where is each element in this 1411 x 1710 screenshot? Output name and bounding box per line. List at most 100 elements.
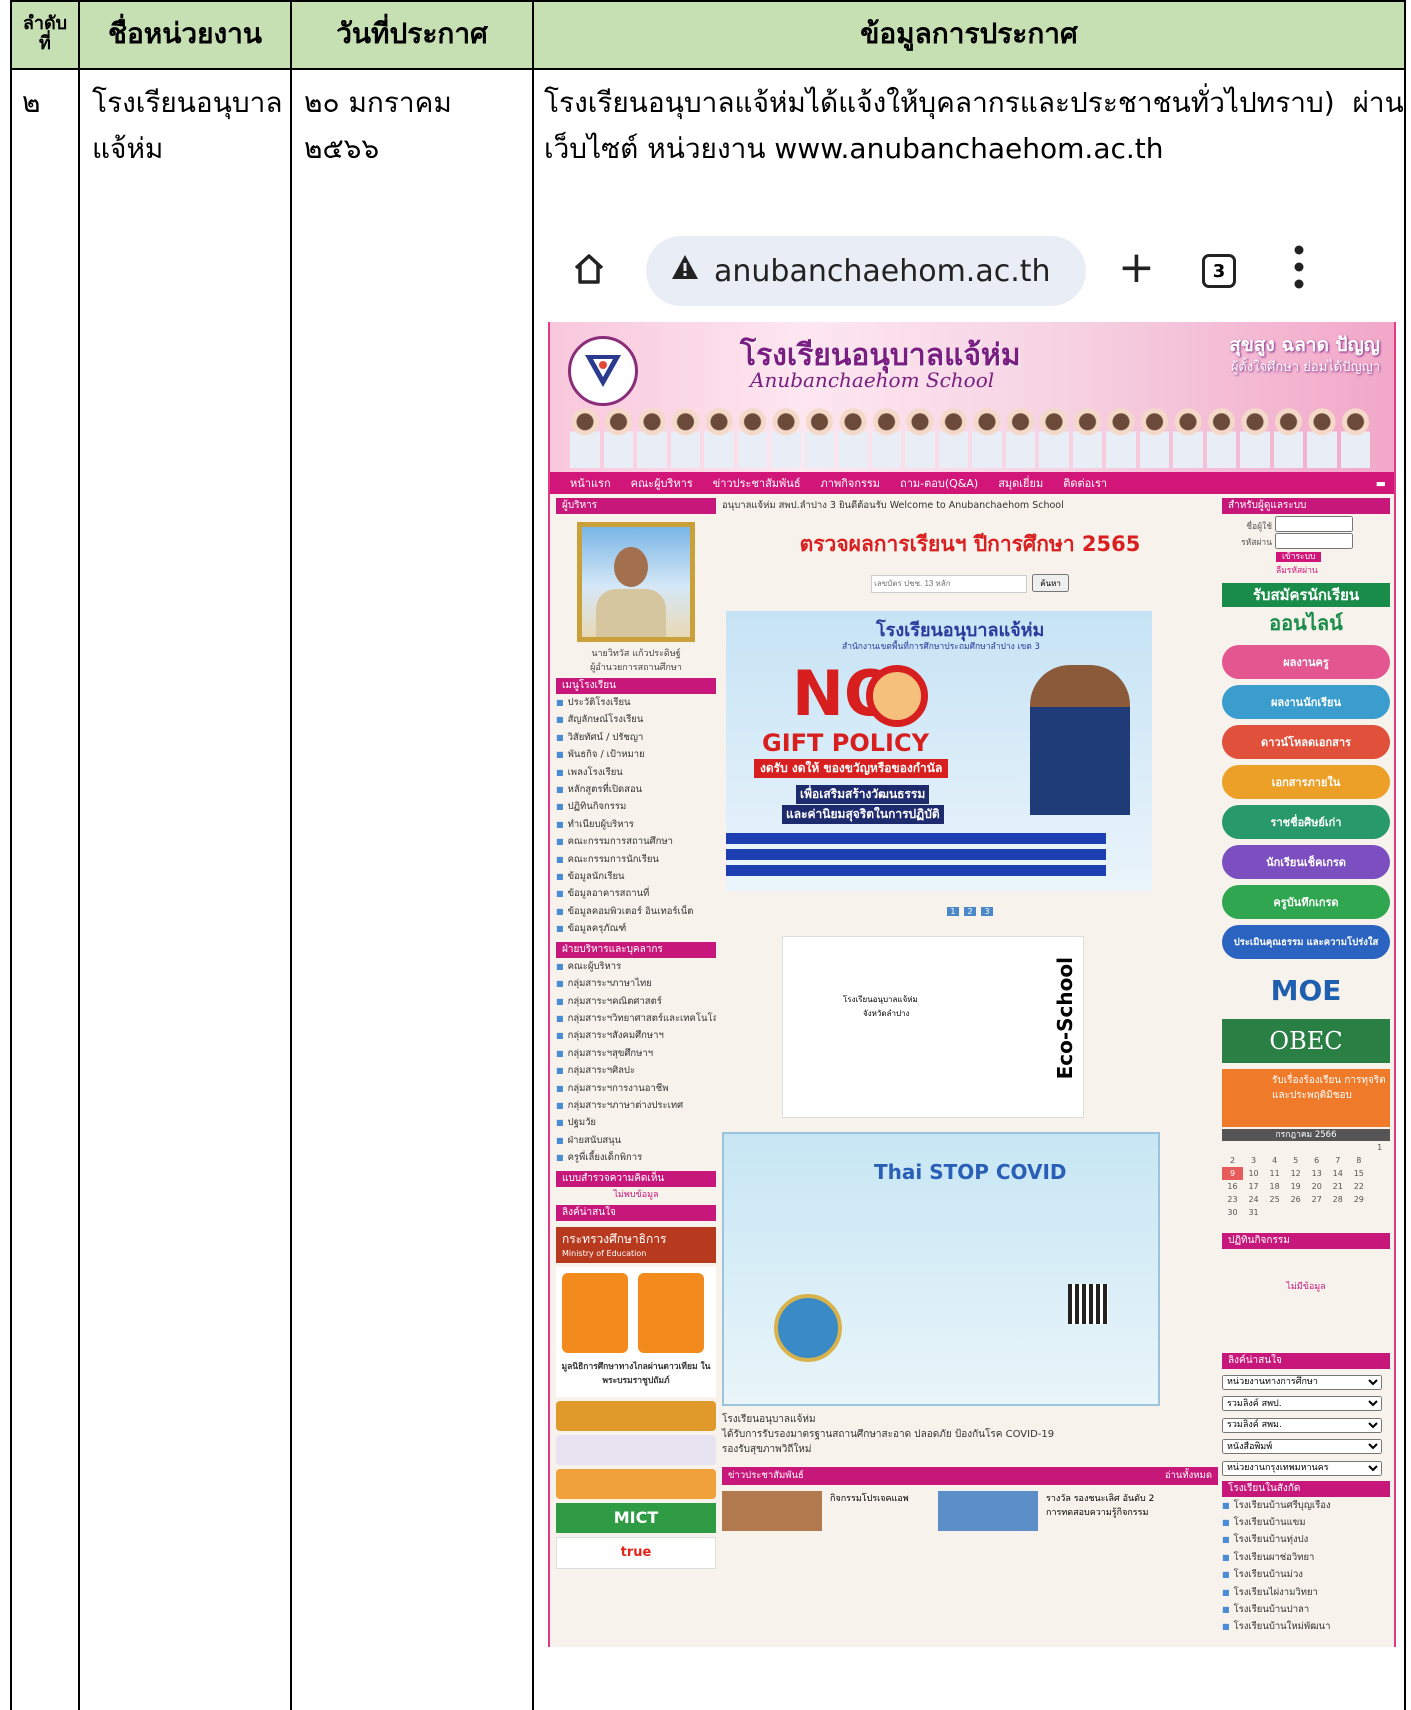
network-school-item[interactable]: โรงเรียนบ้านแขม — [1222, 1514, 1390, 1531]
moe-safety-text: MOE — [1270, 973, 1342, 1007]
gift-policy-text: GIFT POLICY — [762, 728, 929, 757]
smart-banner[interactable] — [556, 1434, 716, 1465]
pager-1[interactable]: 1 — [946, 906, 959, 916]
staff-menu-item[interactable]: กลุ่มสาระฯศิลปะ — [556, 1062, 716, 1079]
apply-line-2[interactable]: ออนไลน์ — [1222, 607, 1390, 639]
school-menu-item[interactable]: เพลงโรงเรียน — [556, 764, 716, 781]
staff-menu-item[interactable]: ปฐมวัย — [556, 1114, 716, 1131]
select-edu[interactable]: หน่วยงานทางการศึกษา — [1222, 1374, 1382, 1390]
network-school-item[interactable]: โรงเรียนบ้านปาลา — [1222, 1601, 1390, 1618]
staff-menu-item[interactable]: กลุ่มสาระฯสุขศึกษาฯ — [556, 1045, 716, 1062]
school-menu-item[interactable]: พันธกิจ / เป้าหมาย — [556, 746, 716, 763]
true-text: true — [620, 1545, 652, 1561]
moe-safety-banner[interactable]: MOE — [1222, 965, 1390, 1015]
download-button[interactable]: ดาวน์โหลดเอกสาร — [1222, 725, 1390, 759]
school-menu-item[interactable]: ข้อมูลนักเรียน — [556, 868, 716, 885]
complaint-text: รับเรื่องร้องเรียน การทุจริตและประพฤติมิ… — [1272, 1075, 1386, 1101]
moe-banner[interactable]: กระทรวงศึกษาธิการ Ministry of Education — [556, 1226, 716, 1263]
id-card-input[interactable] — [871, 574, 1028, 593]
apply-line-1[interactable]: รับสมัครนักเรียน — [1222, 583, 1390, 607]
internal-docs-button[interactable]: เอกสารภายใน — [1222, 765, 1390, 799]
home-icon[interactable] — [572, 252, 606, 286]
select-spm[interactable]: รวมลิงค์ สพม. — [1222, 1417, 1382, 1433]
staff-menu-item[interactable]: ฝ่ายสนับสนุน — [556, 1132, 716, 1149]
staff-menu-item[interactable]: คณะผู้บริหาร — [556, 958, 716, 975]
pager-3[interactable]: 3 — [981, 906, 994, 916]
school-menu-item[interactable]: คณะกรรมการสถานศึกษา — [556, 833, 716, 850]
network-school-item[interactable]: โรงเรียนไผ่งามวิทยา — [1222, 1584, 1390, 1601]
pr-item-1[interactable]: กิจกรรมโปรเจคแอพ — [830, 1491, 930, 1531]
ita-button[interactable]: ประเมินคุณธรรม และความโปร่งใส — [1222, 925, 1390, 959]
staff-menu-item[interactable]: กลุ่มสาระฯภาษาต่างประเทศ — [556, 1097, 716, 1114]
opec-banner[interactable] — [556, 1400, 716, 1431]
pr-more-link[interactable]: อ่านทั้งหมด — [1165, 1468, 1212, 1483]
school-menu-item[interactable]: คณะกรรมการนักเรียน — [556, 851, 716, 868]
pr-thumb[interactable] — [938, 1490, 1038, 1531]
school-menu-item[interactable]: ประวัติโรงเรียน — [556, 694, 716, 711]
forgot-password-link[interactable]: ลืมรหัสผ่าน — [1276, 566, 1318, 576]
table-border — [10, 0, 12, 1710]
select-news[interactable]: หนังสือพิมพ์ — [1222, 1439, 1382, 1454]
dltv-banner[interactable]: มูลนิธิการศึกษาทางไกลผ่านดาวเทียม ในพระบ… — [556, 1266, 716, 1397]
pr-item-2[interactable]: รางวัล รองชนะเลิศ อันดับ 2 การทดสอบความร… — [1046, 1491, 1166, 1531]
school-menu-item[interactable]: วิสัยทัศน์ / ปรัชญา — [556, 729, 716, 746]
nav-home[interactable]: หน้าแรก — [570, 474, 611, 492]
url-text: anubanchaehom.ac.th — [714, 253, 1051, 289]
school-menu-item[interactable]: หลักสูตรที่เปิดสอน — [556, 781, 716, 798]
school-menu-item[interactable]: สัญลักษณ์โรงเรียน — [556, 711, 716, 728]
staff-menu-item[interactable]: กลุ่มสาระฯการงานอาชีพ — [556, 1080, 716, 1097]
pager-2[interactable]: 2 — [964, 906, 976, 916]
nav-gallery[interactable]: ภาพกิจกรรม — [821, 474, 881, 492]
nav-guestbook[interactable]: สมุดเยี่ยม — [998, 474, 1043, 492]
school-menu-item[interactable]: ทำเนียบผู้บริหาร — [556, 816, 716, 833]
teacher-works-button[interactable]: ผลงานครู — [1222, 645, 1390, 679]
director-portrait — [1030, 664, 1130, 815]
staff-menu-item[interactable]: ครูพี่เลี้ยงเด็กพิการ — [556, 1149, 716, 1166]
new-tab-icon[interactable]: + — [1118, 246, 1155, 290]
network-school-item[interactable]: โรงเรียนบ้านใหม่พัฒนา — [1222, 1618, 1390, 1635]
search-button[interactable]: ค้นหา — [1032, 574, 1069, 592]
mict-banner[interactable]: MICT — [556, 1502, 716, 1533]
school-menu-item[interactable]: ข้อมูลครุภัณฑ์ — [556, 920, 716, 937]
select-bkk[interactable]: หน่วยงานกรุงเทพมหานคร — [1222, 1460, 1382, 1476]
login-button[interactable]: เข้าระบบ — [1276, 552, 1322, 562]
teacher-grade-button[interactable]: ครูบันทึกเกรด — [1222, 885, 1390, 919]
qr-code-icon — [1068, 1283, 1108, 1324]
network-school-item[interactable]: โรงเรียนผาช่อวิทยา — [1222, 1549, 1390, 1566]
alumni-button[interactable]: ราชชื่อศิษย์เก่า — [1222, 805, 1390, 839]
url-bar[interactable]: anubanchaehom.ac.th — [646, 236, 1086, 306]
school-menu-item[interactable]: ปฏิทินกิจกรรม — [556, 798, 716, 815]
nav-contact[interactable]: ติดต่อเรา — [1063, 474, 1107, 492]
obec-banner[interactable]: OBEC — [1222, 1019, 1390, 1063]
staff-menu-item[interactable]: กลุ่มสาระฯคณิตศาสตร์ — [556, 993, 716, 1010]
flag-icon[interactable]: ▬ — [1376, 477, 1386, 490]
select-sppo[interactable]: รวมลิงค์ สพป. — [1222, 1396, 1382, 1411]
staff-menu-item[interactable]: กลุ่มสาระฯภาษาไทย — [556, 975, 716, 992]
network-school-item[interactable]: โรงเรียนบ้านม่วง — [1222, 1566, 1390, 1583]
site-nav: หน้าแรก คณะผู้บริหาร ข่าวประชาสัมพันธ์ ภ… — [550, 472, 1394, 494]
news-caption-3: รองรับสุขภาพวิถีใหม่ — [722, 1443, 812, 1455]
true-banner[interactable]: true — [556, 1536, 716, 1569]
staff-menu-item[interactable]: กลุ่มสาระฯสังคมศึกษาฯ — [556, 1027, 716, 1044]
pr-thumb[interactable] — [722, 1490, 822, 1531]
nav-executives[interactable]: คณะผู้บริหาร — [631, 474, 693, 492]
more-menu-icon[interactable] — [1294, 244, 1304, 294]
table-border — [10, 0, 1406, 2]
kurusapa-banner[interactable] — [556, 1468, 716, 1499]
tab-count: 3 — [1212, 260, 1226, 282]
tab-count-button[interactable]: 3 — [1202, 254, 1236, 288]
complaint-banner[interactable]: รับเรื่องร้องเรียน การทุจริตและประพฤติมิ… — [1222, 1069, 1390, 1127]
network-school-item[interactable]: โรงเรียนบ้านศรีบุญเรือง — [1222, 1497, 1390, 1514]
staff-menu-item[interactable]: กลุ่มสาระฯวิทยาศาสตร์และเทคโนโลยี — [556, 1010, 716, 1027]
check-grade-button[interactable]: นักเรียนเช็คเกรด — [1222, 845, 1390, 879]
school-menu-item[interactable]: ข้อมูลคอมพิวเตอร์ อินเทอร์เน็ต — [556, 903, 716, 920]
nav-news[interactable]: ข่าวประชาสัมพันธ์ — [713, 474, 801, 492]
nav-qa[interactable]: ถาม-ตอบ(Q&A) — [900, 474, 978, 492]
user-label: ชื่อผู้ใช้ — [1246, 521, 1272, 532]
network-school-item[interactable]: โรงเรียนบ้านทุ่งปง — [1222, 1531, 1390, 1548]
survey-empty: ไม่พบข้อมูล — [613, 1189, 659, 1200]
password-input[interactable] — [1274, 532, 1353, 549]
username-input[interactable] — [1274, 516, 1353, 532]
student-works-button[interactable]: ผลงานนักเรียน — [1222, 685, 1390, 719]
school-menu-item[interactable]: ข้อมูลอาคารสถานที่ — [556, 885, 716, 902]
